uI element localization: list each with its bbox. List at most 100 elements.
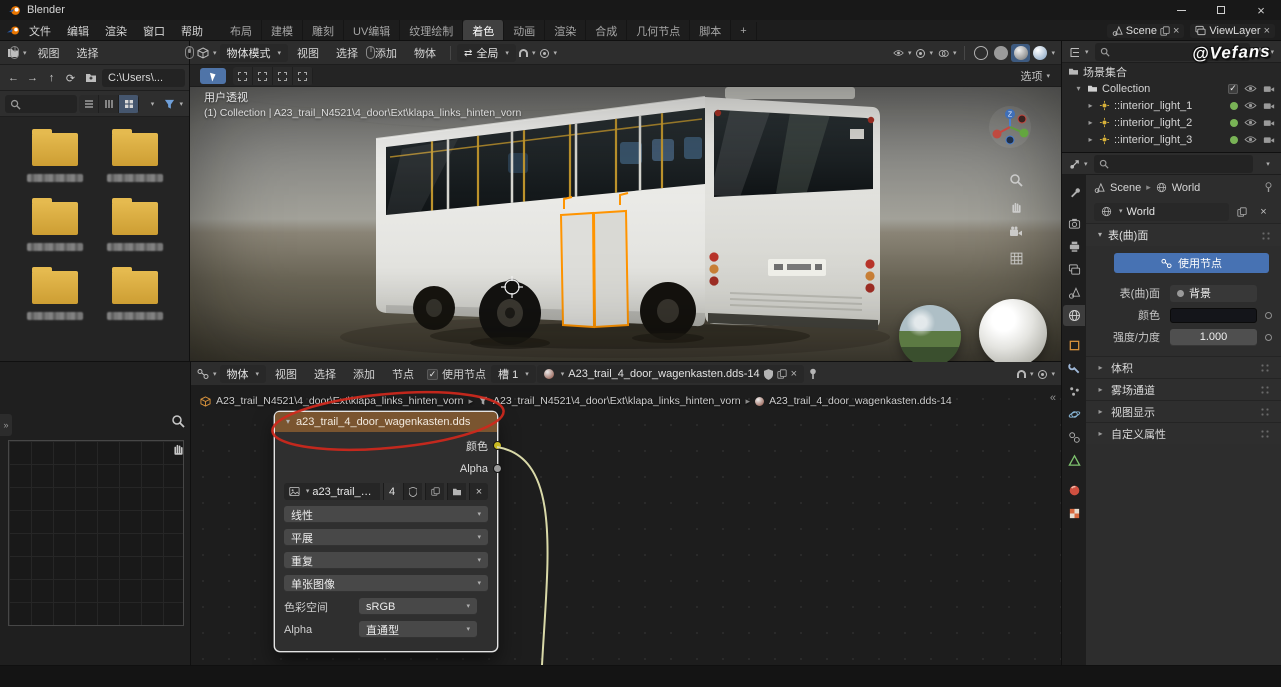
world-datablock[interactable]: ▾ World bbox=[1094, 203, 1229, 221]
menu-help[interactable]: 帮助 bbox=[173, 21, 211, 41]
material-datablock[interactable]: ▾ A23_trail_4_door_wagenkasten.dds-14 × bbox=[537, 365, 804, 383]
panel-grip-icon[interactable] bbox=[1261, 231, 1272, 240]
mode-selector[interactable]: 物体模式▾ bbox=[220, 44, 289, 62]
menu-window[interactable]: 窗口 bbox=[135, 21, 173, 41]
gizmos-dropdown[interactable]: ▾ bbox=[914, 44, 935, 62]
zoom-tool-small[interactable] bbox=[171, 414, 185, 428]
folder-item[interactable] bbox=[22, 202, 88, 251]
tab-scene[interactable] bbox=[1063, 282, 1085, 303]
display-vertical-list-button[interactable] bbox=[79, 95, 99, 113]
color-output-socket[interactable] bbox=[493, 441, 502, 450]
panel-grip-icon[interactable] bbox=[1260, 407, 1271, 416]
tab-view-layer[interactable] bbox=[1063, 259, 1085, 280]
projection-dropdown[interactable]: 平展▾ bbox=[284, 529, 488, 546]
source-dropdown[interactable]: 单张图像▾ bbox=[284, 575, 488, 592]
alpha-output-socket[interactable] bbox=[493, 464, 502, 473]
outliner-row-light-2[interactable]: ▸ ::interior_light_2 bbox=[1062, 114, 1281, 131]
shader-editor[interactable]: ▾ 物体▾ 视图 选择 添加 节点 ✓使用节点 槽 1▾ ▾ A23_trail… bbox=[190, 362, 1062, 665]
navigation-gizmo[interactable]: Z bbox=[988, 105, 1032, 149]
tab-particles[interactable] bbox=[1063, 381, 1085, 402]
select-mode-invert[interactable] bbox=[293, 67, 313, 85]
scene-selector[interactable]: Scene × bbox=[1107, 24, 1185, 38]
crumb-scene[interactable]: Scene bbox=[1110, 182, 1141, 194]
display-horizontal-list-button[interactable] bbox=[99, 95, 119, 113]
vp-menu-view[interactable]: 视图 bbox=[289, 43, 327, 63]
extension-dropdown[interactable]: 重复▾ bbox=[284, 552, 488, 569]
shading-solid-button[interactable] bbox=[991, 44, 1010, 62]
world-copy-button[interactable] bbox=[1232, 203, 1251, 221]
hide-eye-icon[interactable] bbox=[1244, 118, 1257, 127]
blender-menu-icon[interactable] bbox=[6, 25, 21, 36]
tab-material[interactable] bbox=[1063, 480, 1085, 501]
workspace-tab-rendering[interactable]: 渲染 bbox=[545, 20, 586, 42]
fb-menu-view[interactable]: 视图 bbox=[30, 43, 68, 63]
overlays-node-dropdown[interactable]: ▾ bbox=[1036, 365, 1057, 383]
workspace-tab-compositing[interactable]: 合成 bbox=[586, 20, 627, 42]
select-mode-extend[interactable] bbox=[253, 67, 273, 85]
transform-orientation-selector[interactable]: ⇄全局▾ bbox=[457, 44, 516, 62]
hide-eye-icon[interactable] bbox=[1244, 101, 1257, 110]
menu-file[interactable]: 文件 bbox=[21, 21, 59, 41]
panel-volume[interactable]: ▸体积 bbox=[1086, 356, 1281, 378]
copy-material-icon[interactable] bbox=[777, 369, 787, 379]
render-visibility-camera-icon[interactable] bbox=[1263, 118, 1275, 127]
panel-grip-icon[interactable] bbox=[1260, 385, 1271, 394]
move-view-tool[interactable] bbox=[1006, 196, 1026, 216]
workspace-tab-animation[interactable]: 动画 bbox=[504, 20, 545, 42]
animate-strength-dot[interactable] bbox=[1265, 334, 1272, 341]
sh-menu-view[interactable]: 视图 bbox=[267, 364, 305, 384]
close-button[interactable]: × bbox=[1241, 0, 1281, 20]
collection-checkbox[interactable]: ✓ bbox=[1228, 84, 1238, 94]
folder-item[interactable] bbox=[102, 271, 168, 320]
properties-editor[interactable]: ▾ ▾ Scene ▸ World bbox=[1062, 153, 1281, 665]
remove-viewlayer-icon[interactable]: × bbox=[1264, 25, 1270, 37]
zoom-tool[interactable] bbox=[1006, 170, 1026, 190]
active-tool-select-box[interactable] bbox=[200, 68, 226, 84]
sh-menu-add[interactable]: 添加 bbox=[345, 364, 383, 384]
unlink-scene-icon[interactable]: × bbox=[1173, 25, 1179, 37]
strength-slider[interactable]: 1.000 bbox=[1170, 329, 1257, 346]
node-header[interactable]: ▾ a23_trail_4_door_wagenkasten.dds bbox=[275, 412, 497, 432]
tab-output[interactable] bbox=[1063, 236, 1085, 257]
image-texture-node[interactable]: ▾ a23_trail_4_door_wagenkasten.dds 颜色 Al… bbox=[275, 412, 497, 651]
use-nodes-button[interactable]: 使用节点 bbox=[1114, 253, 1269, 273]
outliner-row-scene-collection[interactable]: 场景集合 bbox=[1062, 63, 1281, 80]
material-slot-selector[interactable]: 槽 1▾ bbox=[491, 365, 536, 383]
camera-view-toggle[interactable] bbox=[1006, 222, 1026, 242]
outliner-row-light-3[interactable]: ▸ ::interior_light_3 bbox=[1062, 131, 1281, 148]
panel-grip-icon[interactable] bbox=[1260, 363, 1271, 372]
folder-item[interactable] bbox=[22, 271, 88, 320]
shading-rendered-button[interactable]: ▾ bbox=[1031, 44, 1057, 62]
shader-type-selector[interactable]: 物体▾ bbox=[220, 365, 267, 383]
alpha-mode-dropdown[interactable]: 直通型▾ bbox=[359, 621, 477, 638]
back-button[interactable]: ← bbox=[5, 72, 22, 84]
overlays-dropdown[interactable]: ▾ bbox=[936, 44, 959, 62]
workspace-tab-texture-paint[interactable]: 纹理绘制 bbox=[400, 20, 463, 42]
animate-color-dot[interactable] bbox=[1265, 312, 1272, 319]
workspace-tab-modeling[interactable]: 建模 bbox=[262, 20, 303, 42]
pin-icon[interactable] bbox=[808, 368, 818, 380]
editor-type-shader[interactable]: ▾ bbox=[195, 365, 219, 383]
tab-constraints[interactable] bbox=[1063, 427, 1085, 448]
viewport-canvas[interactable]: 用户透视 (1) Collection | A23_trail_N4521\4_… bbox=[190, 87, 1062, 362]
folder-item[interactable] bbox=[22, 133, 88, 182]
fb-menu-select[interactable]: 选择 bbox=[69, 43, 107, 63]
expand-region-icon[interactable]: » bbox=[0, 414, 12, 436]
workspace-tab-uv[interactable]: UV编辑 bbox=[344, 20, 400, 42]
select-mode-subtract[interactable] bbox=[273, 67, 293, 85]
shading-wireframe-button[interactable] bbox=[971, 44, 990, 62]
sh-menu-select[interactable]: 选择 bbox=[306, 364, 344, 384]
render-visibility-camera-icon[interactable] bbox=[1263, 135, 1275, 144]
workspace-tab-shading[interactable]: 着色 bbox=[463, 20, 504, 42]
toggle-perspective-grid[interactable] bbox=[1006, 248, 1026, 268]
properties-filter-button[interactable]: ▾ bbox=[1257, 155, 1276, 173]
workspace-tab-scripting[interactable]: 脚本 bbox=[690, 20, 731, 42]
surface-shader-selector[interactable]: 背景 bbox=[1170, 285, 1257, 302]
image-editor-panel[interactable]: » bbox=[0, 362, 190, 665]
world-color-swatch[interactable] bbox=[1170, 308, 1257, 323]
crumb-world[interactable]: World bbox=[1172, 182, 1201, 194]
object-visibility-dropdown[interactable]: ▾ bbox=[891, 44, 914, 62]
hide-eye-icon[interactable] bbox=[1244, 135, 1257, 144]
maximize-button[interactable] bbox=[1201, 0, 1241, 20]
image-user-count[interactable]: 4 bbox=[383, 483, 400, 500]
